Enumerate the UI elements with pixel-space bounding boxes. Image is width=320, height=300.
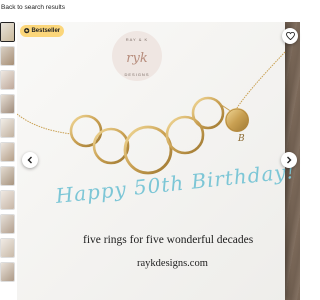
heart-icon: [285, 32, 295, 40]
thumbnail[interactable]: [0, 94, 15, 114]
next-image-button[interactable]: [281, 152, 297, 168]
previous-image-button[interactable]: [22, 152, 38, 168]
thumbnail[interactable]: [0, 46, 15, 66]
thumbnail[interactable]: [0, 214, 15, 234]
bestseller-label: Bestseller: [31, 28, 61, 34]
logo-bottom-text: DESIGNS: [124, 72, 149, 77]
back-to-search-link[interactable]: Back to search results: [0, 0, 65, 16]
thumbnail[interactable]: [0, 238, 15, 258]
medal-icon: ✪: [24, 28, 30, 35]
thumbnail[interactable]: [0, 118, 15, 138]
brand-logo: RAY & K ryk DESIGNS: [107, 28, 167, 84]
favorite-button[interactable]: [282, 28, 298, 44]
thumbnail[interactable]: [0, 22, 15, 42]
thumbnail[interactable]: [0, 190, 15, 210]
pendant-initial: B: [238, 134, 245, 144]
chevron-right-icon: [287, 156, 292, 164]
thumbnail[interactable]: [0, 142, 15, 162]
listing-page: Back to search results RAY & K ryk DESIG…: [0, 0, 300, 300]
thumbnail[interactable]: [0, 70, 15, 90]
card-tagline: five rings for five wonderful decades: [83, 234, 254, 246]
logo-top-text: RAY & K: [126, 37, 148, 42]
bestseller-badge: ✪ Bestseller: [20, 25, 65, 37]
thumbnail[interactable]: [0, 166, 15, 186]
logo-mark-text: ryk: [126, 51, 148, 66]
thumbnail[interactable]: [0, 262, 15, 282]
card-website: raykdesigns.com: [137, 258, 208, 269]
thumbnail-strip: [0, 22, 16, 300]
chevron-left-icon: [27, 156, 32, 164]
card-headline: Happy 50th Birthday!: [54, 158, 297, 208]
gift-card: RAY & K ryk DESIGNS Happy 50th Birthday!…: [17, 22, 297, 300]
main-product-image[interactable]: RAY & K ryk DESIGNS Happy 50th Birthday!…: [17, 22, 300, 300]
